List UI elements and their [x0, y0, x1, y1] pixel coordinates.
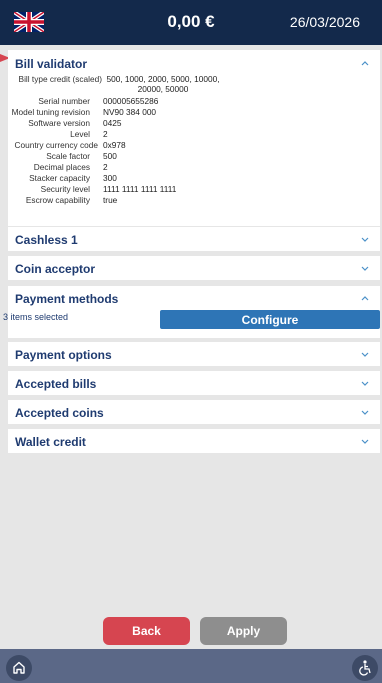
chevron-up-icon[interactable] [360, 58, 370, 68]
info-row-bill-type-credit: Bill type credit (scaled) 500, 1000, 200… [8, 74, 380, 96]
info-label: Stacker capacity [29, 173, 90, 183]
info-value: 300 [103, 173, 117, 183]
apply-button[interactable]: Apply [200, 617, 287, 645]
home-button[interactable] [6, 655, 32, 681]
info-row-decimal-places: Decimal places 2 [8, 162, 380, 173]
info-row-model-tuning-revision: Model tuning revision NV90 384 000 [8, 107, 380, 118]
info-row-software-version: Software version 0425 [8, 118, 380, 129]
info-row-security-level: Security level 1111 1111 1111 1111 [8, 184, 380, 195]
info-row-escrow-capability: Escrow capability true [8, 195, 380, 206]
section-coin-acceptor[interactable]: Coin acceptor [8, 256, 380, 280]
info-label: Decimal places [33, 162, 90, 172]
section-title: Payment methods [15, 292, 119, 306]
section-title: Accepted coins [15, 406, 104, 420]
accessibility-icon [359, 660, 371, 676]
section-header-bill-validator[interactable]: Bill validator [8, 50, 380, 77]
section-accepted-coins[interactable]: Accepted coins [8, 400, 380, 424]
chevron-down-icon[interactable] [360, 407, 370, 417]
info-row-stacker-capacity: Stacker capacity 300 [8, 173, 380, 184]
section-cashless-1[interactable]: Cashless 1 [8, 227, 380, 251]
section-title: Wallet credit [15, 435, 86, 449]
section-payment-methods: Payment methods 3 items selected Configu… [3, 286, 380, 338]
chevron-down-icon[interactable] [360, 436, 370, 446]
info-label: Level [70, 129, 90, 139]
info-label: Model tuning revision [11, 107, 90, 117]
info-value: NV90 384 000 [103, 107, 157, 117]
section-bill-validator: Bill validator Bill type credit (scaled)… [8, 50, 380, 226]
back-button[interactable]: Back [103, 617, 190, 645]
section-accepted-bills[interactable]: Accepted bills [8, 371, 380, 395]
info-row-level: Level 2 [8, 129, 380, 140]
section-wallet-credit[interactable]: Wallet credit [8, 429, 380, 453]
info-label: Security level [40, 184, 90, 194]
info-label: Bill type credit (scaled) [18, 74, 102, 84]
info-row-country-currency-code: Country currency code 0x978 [8, 140, 380, 151]
section-header-payment-methods[interactable]: Payment methods [8, 286, 380, 310]
section-title: Cashless 1 [15, 233, 78, 247]
info-value: 500 [103, 151, 117, 161]
section-title: Accepted bills [15, 377, 97, 391]
accessibility-button[interactable] [352, 655, 378, 681]
section-title: Coin acceptor [15, 262, 96, 276]
info-value: 0x978 [103, 140, 126, 150]
section-payment-options[interactable]: Payment options [8, 342, 380, 366]
home-icon [13, 661, 25, 674]
info-label: Escrow capability [25, 195, 90, 205]
chevron-up-icon[interactable] [360, 293, 370, 303]
chevron-down-icon[interactable] [360, 263, 370, 273]
section-title: Payment options [15, 348, 112, 362]
info-value: 2 [103, 129, 108, 139]
info-value: 500, 1000, 2000, 5000, 10000, 20000, 500… [106, 74, 220, 94]
info-label: Country currency code [14, 140, 98, 150]
chevron-down-icon[interactable] [360, 234, 370, 244]
info-label: Serial number [38, 96, 90, 106]
info-row-scale-factor: Scale factor 500 [8, 151, 380, 162]
configure-button[interactable]: Configure [160, 310, 380, 329]
info-row-serial-number: Serial number 000005655286 [8, 96, 380, 107]
section-title: Bill validator [15, 57, 88, 71]
info-value: 000005655286 [103, 96, 159, 106]
info-value: 2 [103, 162, 108, 172]
info-value: 1111 1111 1111 1111 [103, 184, 177, 194]
date-display: 26/03/2026 [289, 14, 360, 30]
top-bar: 0,00 € 26/03/2026 [0, 0, 382, 45]
info-label: Scale factor [46, 151, 90, 161]
bottom-bar [0, 649, 382, 683]
chevron-down-icon[interactable] [360, 349, 370, 359]
info-label: Software version [28, 118, 90, 128]
info-value: true [103, 195, 118, 205]
chevron-down-icon[interactable] [360, 378, 370, 388]
info-value: 0425 [103, 118, 122, 128]
items-selected-text: 3 items selected [3, 312, 69, 322]
